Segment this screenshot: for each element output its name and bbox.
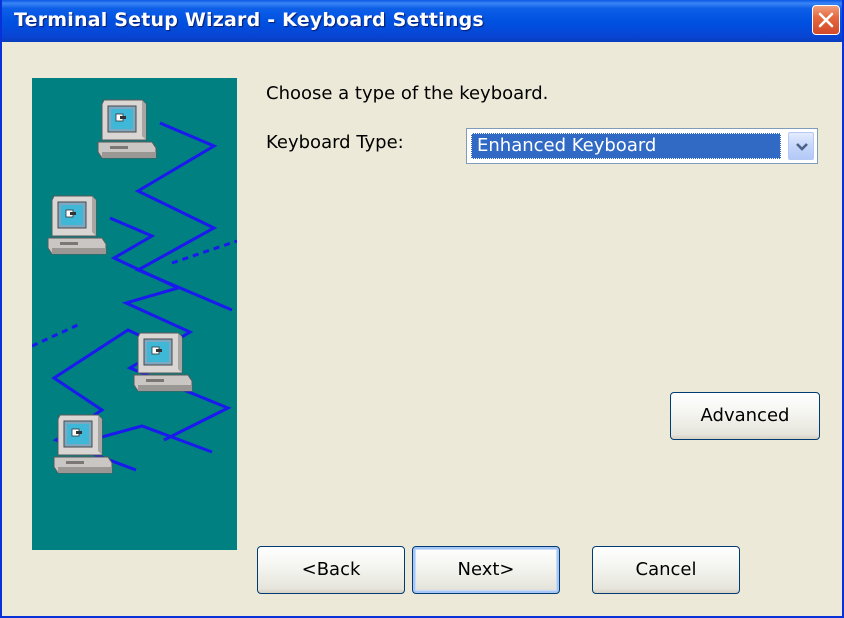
title-bar[interactable]: Terminal Setup Wizard - Keyboard Setting…	[2, 0, 842, 42]
wizard-window: Terminal Setup Wizard - Keyboard Setting…	[0, 0, 844, 618]
close-icon	[818, 12, 834, 28]
cancel-button[interactable]: Cancel	[592, 546, 740, 594]
keyboard-type-selected-value[interactable]: Enhanced Keyboard	[471, 133, 781, 159]
back-button[interactable]: <Back	[257, 546, 405, 594]
close-button[interactable]	[812, 5, 840, 35]
networked-computers-illustration	[32, 78, 237, 550]
keyboard-type-dropdown[interactable]: Enhanced Keyboard	[466, 128, 818, 164]
next-button[interactable]: Next>	[412, 546, 560, 594]
keyboard-type-label: Keyboard Type:	[266, 132, 404, 153]
instruction-text: Choose a type of the keyboard.	[266, 83, 549, 104]
window-title: Terminal Setup Wizard - Keyboard Setting…	[14, 9, 484, 31]
chevron-down-icon	[796, 143, 808, 151]
advanced-button[interactable]: Advanced	[670, 392, 820, 440]
dropdown-arrow-button[interactable]	[788, 132, 814, 160]
